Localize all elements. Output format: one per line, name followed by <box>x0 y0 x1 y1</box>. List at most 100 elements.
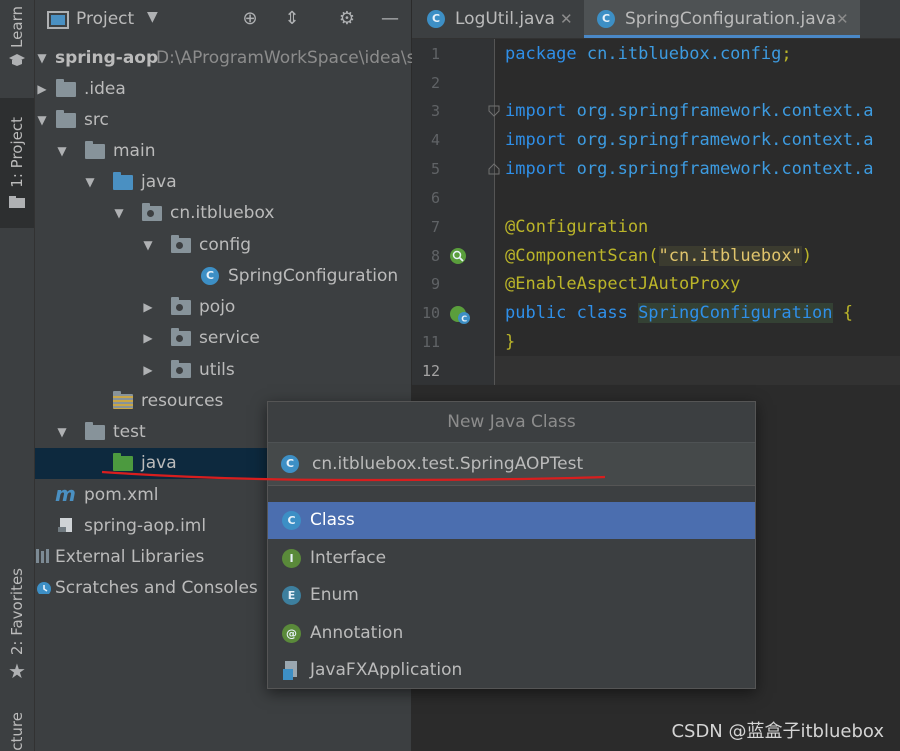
class-icon: C <box>282 511 301 530</box>
package-icon <box>142 203 162 221</box>
target-icon[interactable]: ⊕ <box>238 8 262 30</box>
collapse-icon[interactable]: ⇕ <box>280 8 304 30</box>
tree-item-label: SpringConfiguration <box>228 266 399 286</box>
code-line-3[interactable]: import org.springframework.context.a <box>505 97 873 126</box>
tree-item-idea[interactable]: ▶ .idea <box>35 74 411 105</box>
close-icon[interactable]: ✕ <box>836 0 849 38</box>
tab-learn[interactable]: Learn <box>0 0 34 82</box>
tab-project[interactable]: 1: Project <box>0 98 34 228</box>
tab-structure[interactable]: Structure <box>0 712 34 751</box>
gear-icon[interactable]: ⚙ <box>335 8 359 30</box>
enum-icon: E <box>282 586 301 605</box>
class-icon: C <box>597 10 615 28</box>
line-number: 10 <box>421 304 440 322</box>
tab-logutil[interactable]: C LogUtil.java ✕ <box>412 0 580 38</box>
kind-interface-item[interactable]: I Interface <box>268 540 755 577</box>
tree-item-label: resources <box>141 391 224 411</box>
tree-item-main-java[interactable]: ▼ java <box>35 167 411 198</box>
project-view-icon <box>47 11 69 29</box>
folder-icon <box>56 110 76 128</box>
kind-label: Enum <box>310 585 359 605</box>
tree-item-label: test <box>113 422 146 442</box>
line-number: 5 <box>430 160 440 178</box>
graduation-cap-icon <box>9 53 25 66</box>
package-icon <box>171 328 191 346</box>
tab-learn-label: Learn <box>8 6 26 48</box>
tree-item-src[interactable]: ▼ src <box>35 105 411 136</box>
package-icon <box>171 235 191 253</box>
minimize-icon[interactable]: — <box>378 8 402 30</box>
folder-icon <box>85 141 105 159</box>
code-line-1[interactable]: package cn.itbluebox.config; <box>505 40 792 69</box>
tab-project-label: 1: Project <box>8 116 26 188</box>
spring-bean-icon: C <box>450 306 470 324</box>
kind-label: Class <box>310 510 355 530</box>
project-view-title[interactable]: Project <box>76 9 134 29</box>
class-icon: C <box>201 267 219 285</box>
star-icon: ★ <box>8 659 26 684</box>
code-line-7[interactable]: @Configuration <box>505 213 648 242</box>
tool-window-stripe: Learn 1: Project 2: Favorites ★ Structur… <box>0 0 35 751</box>
kind-annotation-item[interactable]: @ Annotation <box>268 615 755 652</box>
line-number: 12 <box>421 362 440 380</box>
tree-item-label: pojo <box>199 297 236 317</box>
folder-icon <box>9 196 25 209</box>
dialog-title: New Java Class <box>268 402 755 443</box>
tree-item-utils[interactable]: ▶ utils <box>35 355 411 386</box>
package-icon <box>171 297 191 315</box>
tree-item-label: config <box>199 235 252 255</box>
line-number: 6 <box>430 189 440 207</box>
line-number: 7 <box>430 218 440 236</box>
line-number: 1 <box>430 45 440 63</box>
kind-javafx-item[interactable]: JavaFXApplication <box>268 652 755 689</box>
chevron-down-icon[interactable]: ▼ <box>147 9 158 25</box>
resources-folder-icon <box>113 391 133 409</box>
project-panel-header: Project ▼ ⊕ ⇕ ⚙ — <box>35 0 411 40</box>
tree-item-label: cn.itbluebox <box>170 203 275 223</box>
line-number: 11 <box>421 333 440 351</box>
tree-item-label: java <box>141 172 177 192</box>
tree-item-label: service <box>199 328 260 348</box>
line-number: 8 <box>430 247 440 265</box>
kind-class-item[interactable]: C Class <box>268 502 755 539</box>
tab-favorites[interactable]: 2: Favorites ★ <box>0 568 34 693</box>
kind-label: JavaFXApplication <box>310 660 463 680</box>
line-number: 9 <box>430 275 440 293</box>
tree-item-label: .idea <box>84 79 126 99</box>
tree-item-label: main <box>113 141 156 161</box>
line-number: 2 <box>430 74 440 92</box>
close-icon[interactable]: ✕ <box>560 0 573 38</box>
spring-bean-icon <box>450 248 466 264</box>
code-line-4[interactable]: import org.springframework.context.a <box>505 126 873 155</box>
code-line-10[interactable]: public class SpringConfiguration { <box>505 299 853 328</box>
svg-text:C: C <box>461 315 467 324</box>
annotation-icon: @ <box>282 624 301 643</box>
module-file-icon <box>58 518 72 532</box>
tree-item-package[interactable]: ▼ cn.itbluebox <box>35 198 411 229</box>
folder-icon <box>56 79 76 97</box>
line-number: 4 <box>430 131 440 149</box>
tree-item-label: utils <box>199 360 235 380</box>
tree-item-pojo[interactable]: ▶ pojo <box>35 292 411 323</box>
kind-enum-item[interactable]: E Enum <box>268 577 755 614</box>
tree-item-main[interactable]: ▼ main <box>35 136 411 167</box>
tab-favorites-label: 2: Favorites <box>8 568 26 656</box>
tab-springconfiguration[interactable]: C SpringConfiguration.java ✕ <box>584 0 860 38</box>
package-icon <box>171 360 191 378</box>
kind-label: Interface <box>310 548 387 568</box>
tree-item-config[interactable]: ▼ config <box>35 230 411 261</box>
new-java-class-dialog: New Java Class C cn.itbluebox.test.Sprin… <box>267 401 756 689</box>
fold-icon <box>488 105 500 117</box>
red-underline-annotation <box>101 470 606 482</box>
tree-item-path: D:\AProgramWorkSpace\idea\sp <box>156 48 427 68</box>
tree-item-root[interactable]: ▼ spring-aop D:\AProgramWorkSpace\idea\s… <box>35 43 426 74</box>
tree-item-springconfiguration[interactable]: C SpringConfiguration <box>35 261 411 292</box>
line-number: 3 <box>430 102 440 120</box>
code-line-8[interactable]: @ComponentScan("cn.itbluebox") <box>505 242 812 271</box>
maven-icon: m <box>55 482 76 506</box>
tree-item-label: spring-aop.iml <box>84 516 207 536</box>
code-line-11[interactable]: } <box>505 328 515 357</box>
code-line-9[interactable]: @EnableAspectJAutoProxy <box>505 270 740 299</box>
code-line-5[interactable]: import org.springframework.context.a <box>505 155 873 184</box>
tree-item-service[interactable]: ▶ service <box>35 323 411 354</box>
